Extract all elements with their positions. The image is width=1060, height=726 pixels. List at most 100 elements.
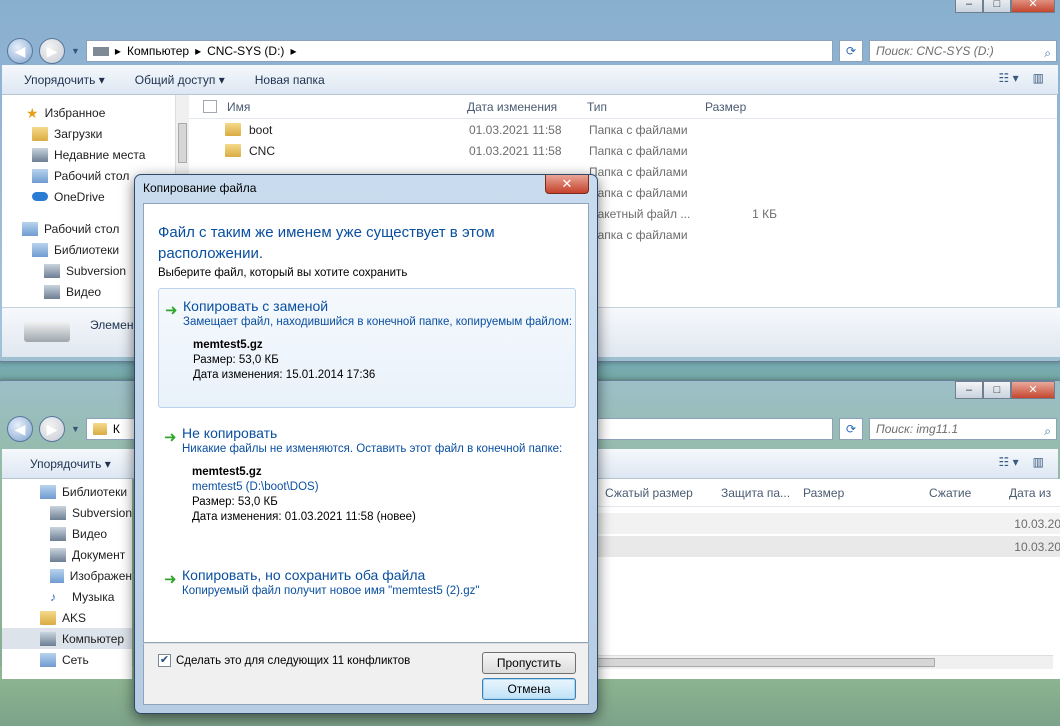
column-date[interactable]: Дата изменения [467,100,587,114]
skip-file-info: memtest5.gz memtest5 (D:\boot\DOS) Разме… [192,466,416,523]
nav-favorites[interactable]: ★ Избранное [26,102,186,123]
view-icon[interactable]: ☷ ▾ [999,455,1019,469]
option-skip-desc: Никакие файлы не изменяются. Оставить эт… [182,443,563,455]
organize-menu[interactable]: Упорядочить ▾ [24,73,105,87]
horizontal-scrollbar[interactable] [595,655,1053,669]
refresh-button[interactable]: ⟳ [839,418,863,440]
column-header-row: Имя Дата изменения Тип Размер [189,95,1057,119]
dialog-close-button[interactable]: ✕ [545,175,589,194]
copy-file-dialog: Копирование файла ✕ Файл с таким же имен… [134,174,598,714]
option-both-title: Копировать, но сохранить оба файла [182,567,426,583]
desktop-icon [22,221,38,236]
nav-video[interactable]: Видео [50,523,132,544]
dialog-title: Копирование файла [143,181,257,195]
computer-icon [40,631,56,646]
select-all-checkbox[interactable] [203,100,217,113]
column-size[interactable]: Размер [803,486,929,500]
cloud-icon [32,192,48,201]
option-skip-title: Не копировать [182,425,278,441]
folder-icon [225,123,241,136]
cancel-button[interactable]: Отмена [482,678,576,700]
document-icon [50,547,66,562]
column-date[interactable]: Дата из [1009,486,1059,500]
close-button[interactable]: ✕ [1011,381,1055,399]
table-row[interactable]: 10.03.20 [595,513,1060,534]
green-arrow-icon: ➜ [165,302,178,319]
search-input[interactable]: Поиск: CNC-SYS (D:) ⌕ [869,40,1057,62]
view-icon[interactable]: ☷ ▾ [999,71,1019,85]
recent-places-icon [32,147,48,162]
maximize-button[interactable]: □ [983,381,1011,399]
option-keep-both[interactable]: ➜ Копировать, но сохранить оба файла Коп… [158,558,576,608]
breadcrumb-separator-icon[interactable]: ▸ [290,44,296,58]
close-button[interactable]: ✕ [1011,0,1055,13]
back-button[interactable]: ◀ [7,416,33,442]
breadcrumb-separator-icon[interactable]: ▸ [115,44,121,58]
archive-list: Сжатый размер Защита па... Размер Сжатие… [595,479,1060,679]
minimize-button[interactable]: – [955,381,983,399]
column-size[interactable]: Размер [705,100,785,114]
nav-network[interactable]: Сеть [40,649,132,670]
history-dropdown-icon[interactable]: ▼ [71,46,80,56]
refresh-button[interactable]: ⟳ [839,40,863,62]
maximize-button[interactable]: □ [983,0,1011,13]
preview-pane-icon[interactable]: ▥ [1033,71,1044,85]
table-row[interactable]: 10.03.20 [595,536,1060,557]
minimize-button[interactable]: – [955,0,983,13]
folder-icon [40,610,56,625]
search-icon: ⌕ [1044,424,1051,438]
column-compression[interactable]: Сжатие [929,486,1009,500]
column-protection[interactable]: Защита па... [721,486,803,500]
nav-computer[interactable]: Компьютер [2,628,132,649]
option-replace-title: Копировать с заменой [183,298,329,314]
column-compressed-size[interactable]: Сжатый размер [595,486,721,500]
organize-menu[interactable]: Упорядочить ▾ [30,457,111,471]
window-controls: – □ ✕ [955,0,1055,13]
column-header-row: Сжатый размер Защита па... Размер Сжатие… [595,479,1060,507]
nav-aks[interactable]: AKS [40,607,132,628]
apply-to-all-checkbox[interactable]: ✔ Сделать это для следующих 11 конфликтов [158,654,410,667]
forward-button[interactable]: ▶ [39,416,65,442]
column-type[interactable]: Тип [587,100,705,114]
nav-subversion[interactable]: Subversion [50,502,132,523]
address-bar[interactable]: ▸ Компьютер ▸ CNC-SYS (D:) ▸ [85,40,833,62]
forward-button[interactable]: ▶ [39,38,65,64]
table-row[interactable]: boot 01.03.2021 11:58 Папка с файлами [189,119,1057,140]
breadcrumb-drive[interactable]: CNC-SYS (D:) [207,44,284,58]
nav-libraries[interactable]: Библиотеки [40,481,132,502]
skip-button[interactable]: Пропустить [482,652,576,674]
desktop-icon [32,168,48,183]
dialog-body: Файл с таким же именем уже существует в … [143,203,589,643]
share-menu[interactable]: Общий доступ ▾ [135,73,225,87]
video-icon [50,526,66,541]
folder-icon [44,263,60,278]
network-icon [40,652,56,667]
video-icon [44,284,60,299]
search-input[interactable]: Поиск: img11.1 ⌕ [869,418,1057,440]
column-name[interactable]: Имя [227,100,467,114]
preview-pane-icon[interactable]: ▥ [1033,455,1044,469]
breadcrumb-fragment[interactable]: К [113,422,120,436]
back-button[interactable]: ◀ [7,38,33,64]
new-folder-button[interactable]: Новая папка [255,73,325,87]
folder-icon [92,423,107,435]
green-arrow-icon: ➜ [164,429,177,446]
nav-downloads[interactable]: Загрузки [32,123,186,144]
folder-icon [32,126,48,141]
option-replace-desc: Замещает файл, находившийся в конечной п… [183,316,573,328]
dialog-footer: ✔ Сделать это для следующих 11 конфликтов… [143,643,589,705]
breadcrumb-separator-icon[interactable]: ▸ [195,44,201,58]
breadcrumb-computer[interactable]: Компьютер [127,44,189,58]
drive-icon [92,46,109,56]
option-skip[interactable]: ➜ Не копировать Никакие файлы не изменяю… [158,416,576,548]
option-both-desc: Копируемый файл получит новое имя "memte… [182,585,480,597]
table-row[interactable]: CNC 01.03.2021 11:58 Папка с файлами [189,140,1057,161]
library-icon [32,242,48,257]
nav-recent[interactable]: Недавние места [32,144,186,165]
nav-documents[interactable]: Документ [50,544,132,565]
option-replace[interactable]: ➜ Копировать с заменой Замещает файл, на… [158,288,576,408]
history-dropdown-icon[interactable]: ▼ [71,424,80,434]
nav-images[interactable]: Изображен [50,565,132,586]
star-icon: ★ [26,104,39,121]
nav-music[interactable]: ♪ Музыка [50,586,132,607]
